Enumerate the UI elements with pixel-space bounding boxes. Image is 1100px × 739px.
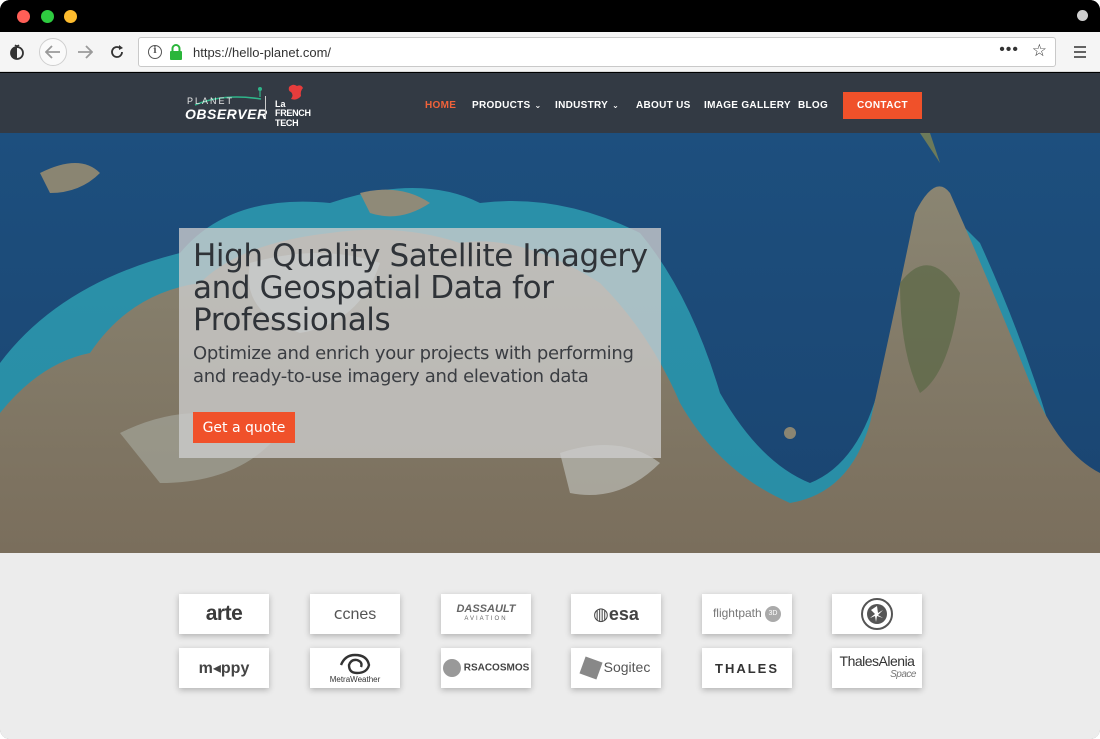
partner-logo-cnes[interactable]: ⅽcnes [310, 594, 400, 634]
more-dots-icon[interactable]: ••• [999, 41, 1019, 59]
partner-logo-arte[interactable]: arte [179, 594, 269, 634]
hero-subtitle: Optimize and enrich your projects with p… [193, 343, 634, 387]
nav-home[interactable]: HOME [425, 100, 456, 111]
partner-logo-thales[interactable]: THALES [702, 648, 792, 688]
sogitec-logo-label: Sogitec [603, 658, 651, 675]
partner-logo-dassault[interactable]: DASSAULT AVIATION [441, 594, 531, 634]
hk-emblem-icon [861, 598, 893, 630]
hero-title: High Quality Satellite Imagery and Geosp… [193, 238, 648, 338]
get-quote-button[interactable]: Get a quote [193, 412, 295, 443]
hero-text-panel: High Quality Satellite Imagery and Geosp… [179, 228, 661, 458]
partner-logo-flightpath[interactable]: flightpath 3D [702, 594, 792, 634]
hamburger-menu-icon[interactable] [1068, 40, 1092, 64]
flightpath-badge: 3D [765, 606, 782, 622]
title-bar [0, 0, 1100, 32]
cnes-logo-text: ⅽcnes [333, 606, 377, 623]
partner-logo-sogitec[interactable]: Sogitec [571, 648, 661, 688]
partner-logo-esa[interactable]: ◍esa [571, 594, 661, 634]
browser-window: i https://hello-planet.com/ ••• ☆ PLANET… [0, 0, 1100, 739]
sogitec-logo-text: Sogitec [579, 656, 651, 680]
close-window-button[interactable] [17, 10, 30, 23]
esa-logo-text: ◍esa [593, 603, 639, 624]
partner-logo-thalesalenia[interactable]: ThalesAlenia Space [832, 648, 922, 688]
flightpath-logo-text: flightpath 3D [712, 606, 782, 622]
nav-industry[interactable]: INDUSTRY ⌄ [555, 100, 619, 111]
esa-logo-label: esa [608, 603, 639, 624]
browser-toolbar: i https://hello-planet.com/ ••• ☆ [0, 32, 1100, 72]
mappy-logo-text: m◂ppy [198, 660, 250, 677]
thalesalenia-space-text: Space [890, 669, 916, 680]
info-icon[interactable]: i [148, 45, 162, 59]
url-text[interactable]: https://hello-planet.com/ [193, 45, 331, 60]
logo-divider [265, 96, 266, 118]
address-bar[interactable]: i https://hello-planet.com/ ••• ☆ [138, 37, 1056, 67]
website-viewport: PLANET OBSERVER La FRENCH TECH HOME PROD… [0, 73, 1100, 739]
contact-button[interactable]: CONTACT [843, 92, 922, 119]
maximize-window-button[interactable] [41, 10, 54, 23]
thales-logo-text: THALES [715, 660, 779, 676]
nav-products-label: PRODUCTS [472, 100, 531, 111]
lock-icon[interactable] [169, 44, 183, 60]
chevron-down-icon: ⌄ [612, 101, 620, 110]
logo-french-tech-text: FRENCH TECH [275, 108, 311, 128]
nav-blog[interactable]: BLOG [798, 100, 828, 111]
flightpath-logo-label: flightpath [712, 606, 762, 621]
privacy-icon[interactable] [5, 40, 29, 64]
back-arrow-icon[interactable] [39, 38, 67, 66]
partner-logo-hk-emblem[interactable] [832, 594, 922, 634]
thalesalenia-logo-text: ThalesAlenia [839, 653, 915, 669]
rsacosmos-logo-text: RSACOSMOS [442, 659, 530, 677]
dassault-logo-text: DASSAULT AVIATION [456, 604, 515, 624]
site-header: PLANET OBSERVER La FRENCH TECH HOME PROD… [0, 73, 1100, 133]
partner-logo-mappy[interactable]: m◂ppy [179, 648, 269, 688]
cnes-logo-label: cnes [342, 606, 377, 623]
minimize-window-button[interactable] [64, 10, 77, 23]
forward-arrow-icon[interactable] [73, 40, 97, 64]
rsa-badge [442, 659, 461, 677]
rooster-icon [288, 84, 303, 100]
window-indicator-icon [1077, 10, 1088, 21]
metraweather-swirl-icon [339, 653, 371, 674]
hero-section: High Quality Satellite Imagery and Geosp… [0, 133, 1100, 553]
sogitec-cube-icon [579, 656, 603, 680]
chevron-down-icon: ⌄ [534, 101, 542, 110]
logo-observer-text: OBSERVER [185, 106, 268, 122]
metraweather-logo-text: MetraWeather [329, 674, 381, 684]
dassault-logo-sub: AVIATION [464, 616, 508, 622]
nav-about-us[interactable]: ABOUT US [636, 100, 691, 111]
partner-logo-rsacosmos[interactable]: RSACOSMOS [441, 648, 531, 688]
arte-logo-text: arte [205, 602, 243, 625]
site-logo[interactable]: PLANET OBSERVER La FRENCH TECH [185, 83, 317, 128]
logo-planet-text: PLANET [187, 96, 235, 106]
nav-industry-label: INDUSTRY [555, 100, 609, 111]
nav-products[interactable]: PRODUCTS ⌄ [472, 100, 542, 111]
bookmark-star-icon[interactable]: ☆ [1032, 41, 1047, 61]
rsacosmos-logo-label: RSACOSMOS [463, 662, 530, 674]
partner-logo-metraweather[interactable]: MetraWeather [310, 648, 400, 688]
nav-image-gallery[interactable]: IMAGE GALLERY [704, 100, 791, 111]
reload-icon[interactable] [105, 40, 129, 64]
partners-section: arte ⅽcnes DASSAULT AVIATION ◍esa flightp… [0, 553, 1100, 739]
